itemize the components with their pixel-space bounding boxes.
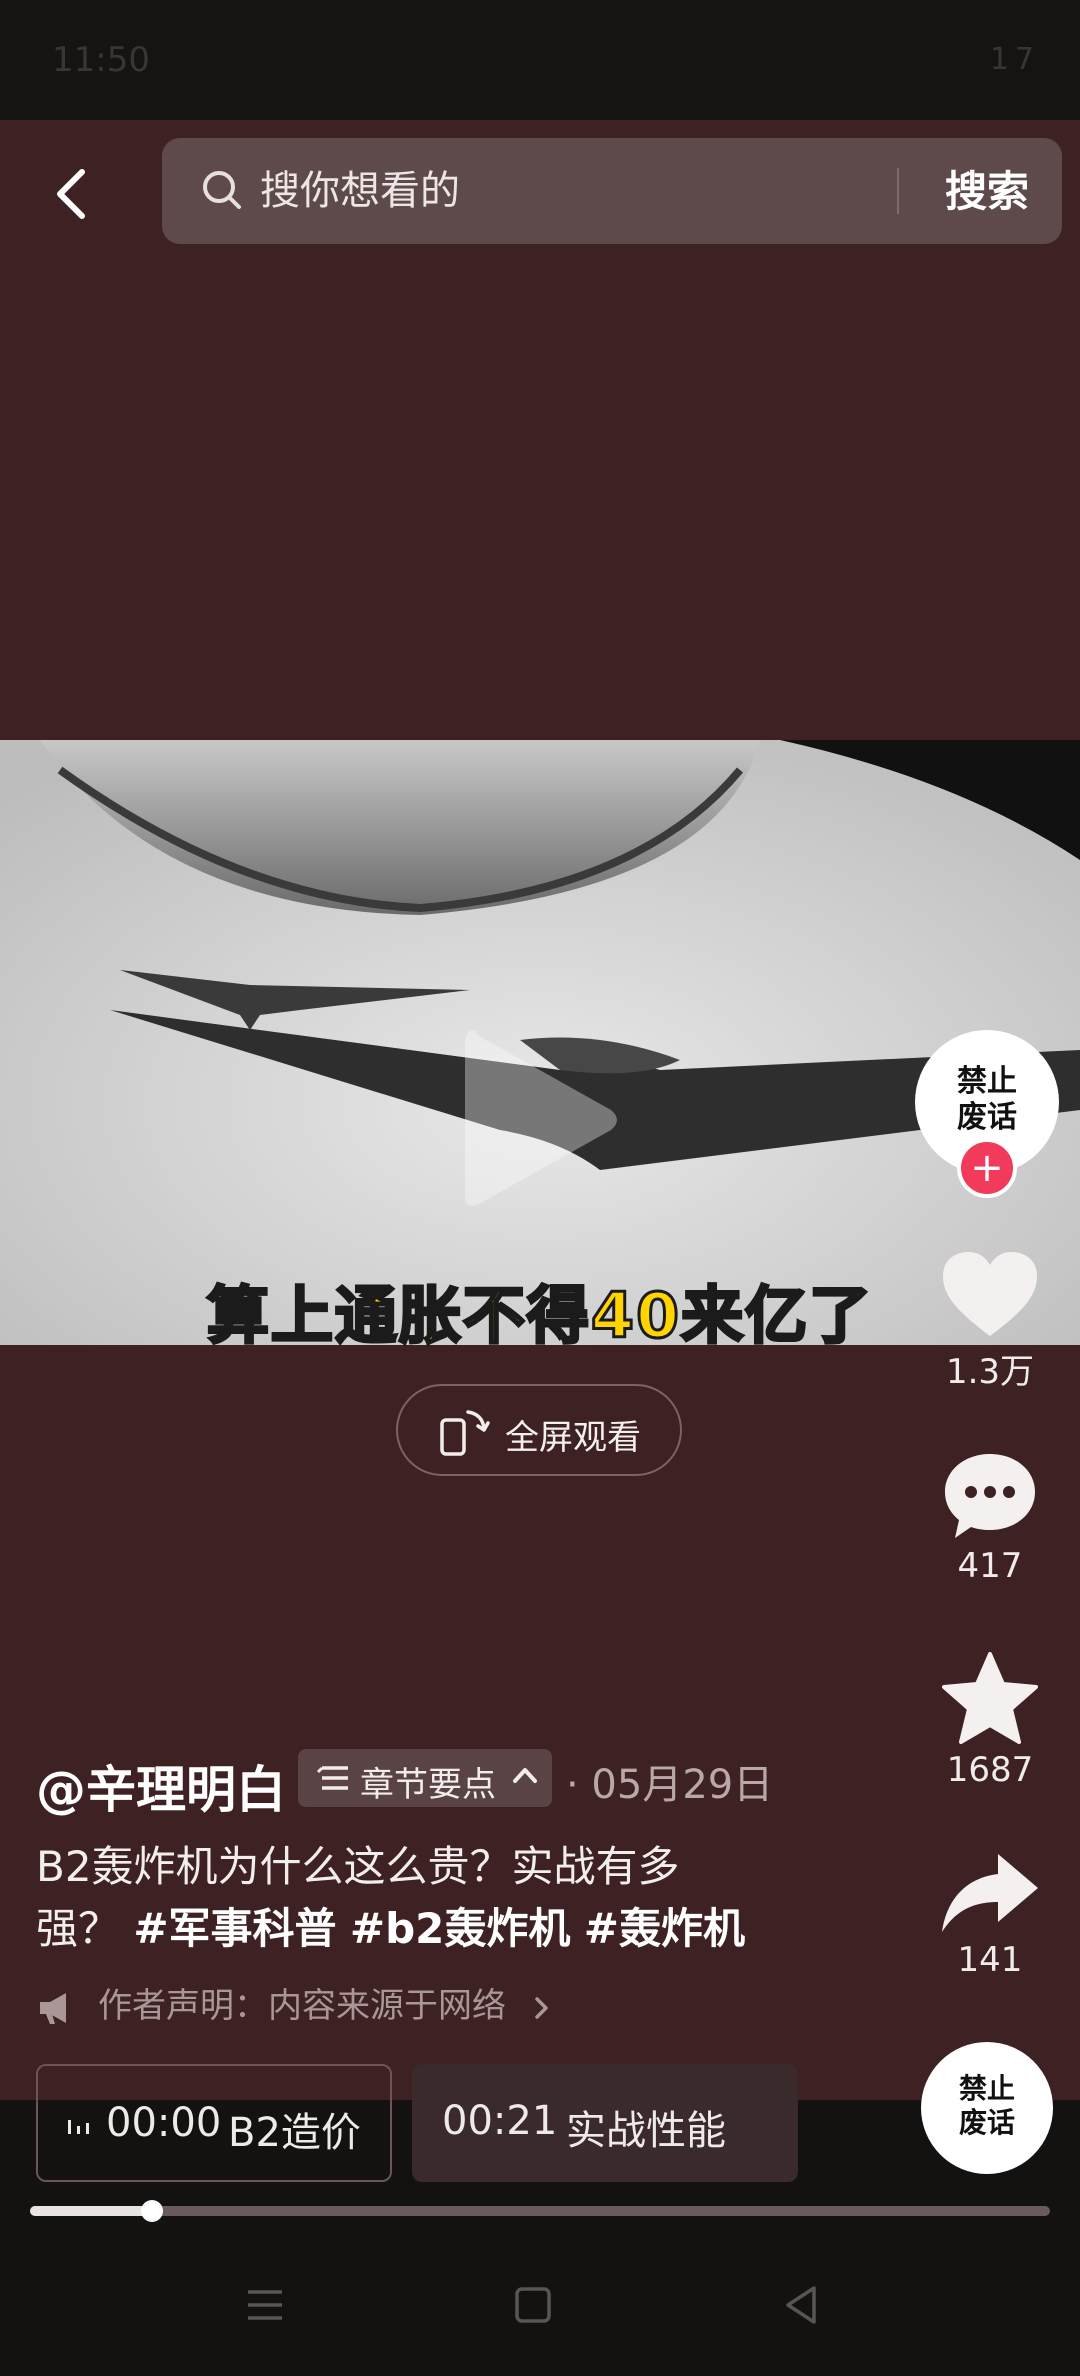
fullscreen-button[interactable]: 全屏观看 xyxy=(396,1384,682,1476)
disc-line-2: 废话 xyxy=(958,2106,1015,2139)
disc-logo-text: 禁止 废话 xyxy=(921,2072,1053,2140)
fullscreen-label: 全屏观看 xyxy=(505,1418,641,1458)
disc-line-1: 禁止 xyxy=(958,2072,1015,2105)
declaration-text: 作者声明：内容来源于网络 xyxy=(98,1986,506,2026)
search-button[interactable]: 搜索 xyxy=(917,162,1057,222)
avatar-line-2: 废话 xyxy=(957,1100,1017,1135)
video-description: B2轰炸机为什么这么贵？实战有多 强？ #军事科普 #b2轰炸机 #轰炸机 xyxy=(36,1836,776,1960)
audio-bars-icon xyxy=(68,2120,89,2134)
chapter-2-title: 实战性能 xyxy=(566,2108,726,2154)
status-time: 11:50 xyxy=(52,40,150,80)
chapter-2-time: 00:21 xyxy=(442,2098,558,2144)
search-divider xyxy=(897,168,899,214)
description-line-2: 强？ xyxy=(36,1904,134,1953)
video-page: 搜索 算上通胀不得40来亿了 xyxy=(0,120,1080,2350)
comment-icon xyxy=(945,1454,1035,1538)
video-subtitle: 算上通胀不得40来亿了 xyxy=(205,1278,874,1354)
top-bar: 搜索 xyxy=(0,138,1080,248)
play-icon[interactable] xyxy=(455,1020,625,1220)
chevron-right-icon xyxy=(535,1996,548,2019)
search-icon xyxy=(203,171,241,209)
chapter-1-time: 00:00 xyxy=(106,2100,222,2146)
chapter-1-title: B2造价 xyxy=(228,2110,361,2156)
playback-progress-bar[interactable] xyxy=(30,2200,1050,2222)
chapter-points-label: 章节要点 xyxy=(360,1765,496,1805)
status-bar: 11:50 17 xyxy=(0,0,1080,120)
follow-button[interactable]: + xyxy=(957,1138,1017,1198)
share-icon xyxy=(942,1854,1038,1932)
avatar-line-1: 禁止 xyxy=(957,1064,1017,1099)
like-button[interactable]: 1.3万 xyxy=(920,1250,1060,1393)
battery-level: 17 xyxy=(989,42,1040,77)
avatar-logo-text: 禁止 废话 xyxy=(915,1064,1059,1136)
progress-fill xyxy=(30,2206,153,2216)
back-icon[interactable] xyxy=(44,164,104,224)
chapter-chip-1[interactable]: 00:00 B2造价 xyxy=(36,2064,392,2182)
author-handle[interactable]: @辛理明白 xyxy=(36,1750,286,1822)
megaphone-icon xyxy=(40,1992,66,2024)
heart-icon xyxy=(943,1252,1037,1336)
search-bar[interactable]: 搜索 xyxy=(162,138,1062,244)
comment-count: 417 xyxy=(957,1546,1023,1586)
chapter-list-icon xyxy=(316,1766,348,1790)
menu-nav-icon[interactable] xyxy=(240,2280,290,2330)
music-disc-avatar[interactable]: 禁止 废话 xyxy=(921,2042,1053,2174)
like-count: 1.3万 xyxy=(945,1352,1035,1392)
home-nav-icon[interactable] xyxy=(508,2280,558,2330)
comment-button[interactable]: 417 xyxy=(920,1450,1060,1586)
hashtag-b2-bomber[interactable]: #b2轰炸机 xyxy=(350,1904,570,1953)
system-nav-bar xyxy=(0,2230,1080,2376)
description-line-1: B2轰炸机为什么这么贵？实战有多 xyxy=(36,1842,680,1891)
progress-handle[interactable] xyxy=(141,2200,164,2222)
author-declaration[interactable]: 作者声明：内容来源于网络 xyxy=(36,1978,553,2027)
hashtag-military[interactable]: #军事科普 xyxy=(133,1904,336,1953)
publish-date: · 05月29日 xyxy=(566,1762,774,1808)
back-nav-icon[interactable] xyxy=(776,2280,826,2330)
star-icon xyxy=(942,1652,1038,1744)
share-button[interactable]: 141 xyxy=(920,1850,1060,1980)
favorite-button[interactable]: 1687 xyxy=(920,1652,1060,1790)
plus-icon: + xyxy=(970,1145,1004,1191)
chapter-points-button[interactable]: 章节要点 xyxy=(298,1749,552,1807)
share-count: 141 xyxy=(957,1940,1023,1980)
chapter-chip-2[interactable]: 00:21 实战性能 xyxy=(412,2064,798,2182)
rotate-screen-icon xyxy=(440,1410,490,1456)
hashtag-bomber[interactable]: #轰炸机 xyxy=(584,1904,745,1953)
chevron-up-icon xyxy=(513,1768,537,1783)
favorite-count: 1687 xyxy=(946,1750,1034,1790)
